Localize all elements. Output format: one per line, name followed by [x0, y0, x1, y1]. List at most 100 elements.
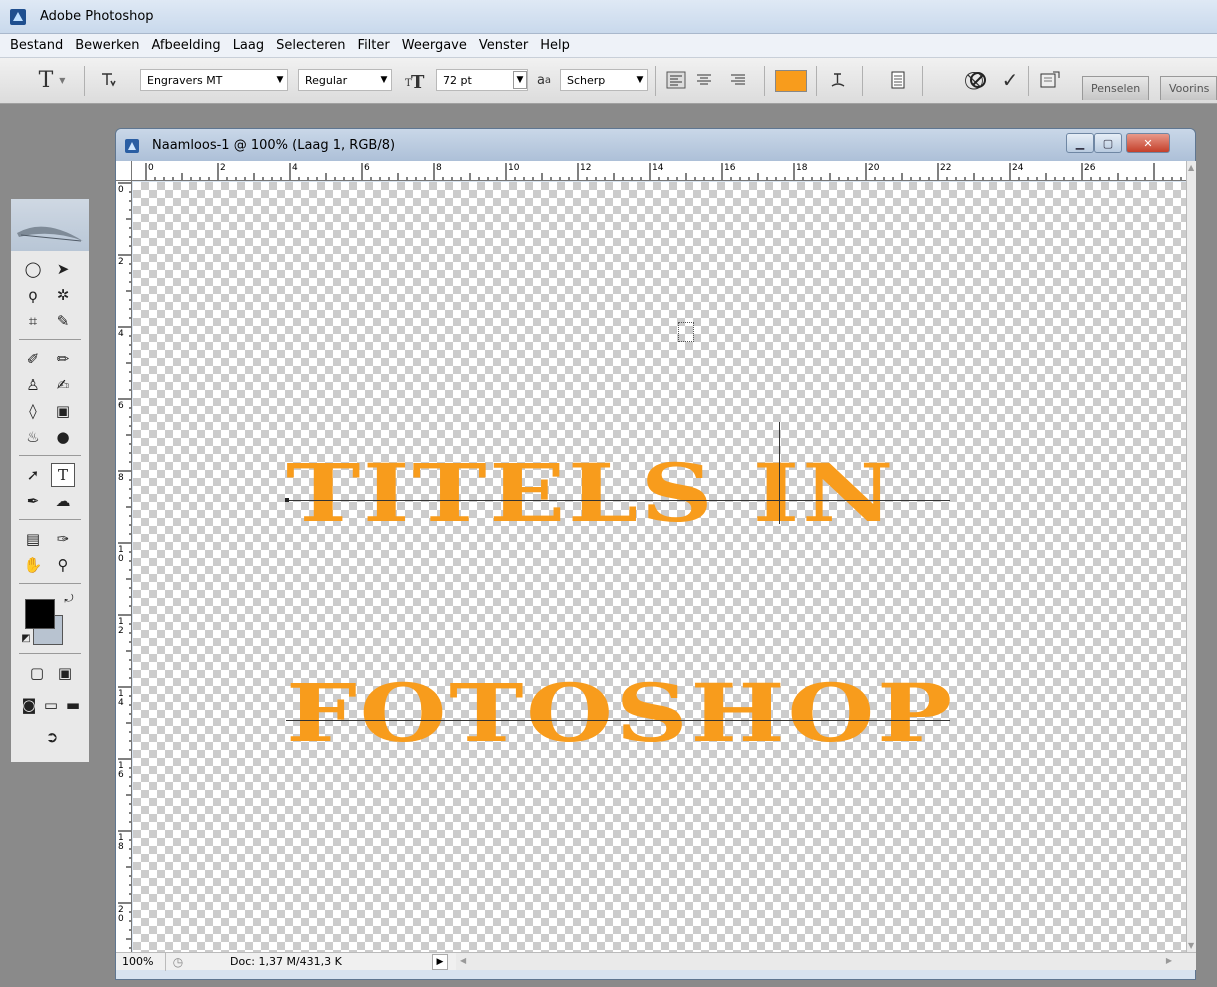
toolbox-divider — [19, 455, 81, 456]
menu-weergave[interactable]: Weergave — [396, 36, 473, 55]
vertical-ruler[interactable]: 02468101214161820 — [116, 181, 132, 952]
crop-tool-icon[interactable]: ⌗ — [21, 309, 45, 333]
warp-text-icon[interactable] — [826, 68, 850, 92]
commit-icon[interactable]: ✓ — [998, 68, 1022, 92]
eraser-tool-icon[interactable]: ◊ — [21, 399, 45, 423]
dodge-tool-icon[interactable]: ● — [51, 425, 75, 449]
font-family-select[interactable]: Engravers MT ▼ — [140, 69, 288, 91]
hand-tool-icon[interactable]: ✋ — [21, 553, 45, 577]
align-center-icon[interactable] — [692, 68, 716, 92]
menu-help[interactable]: Help — [534, 36, 576, 55]
toolbox-divider — [19, 653, 81, 654]
vertical-scrollbar[interactable]: ▲ ▼ — [1186, 161, 1196, 952]
ruler-label: 10 — [508, 163, 520, 173]
scroll-down-icon[interactable]: ▼ — [1188, 941, 1194, 950]
ruler-origin[interactable] — [116, 161, 132, 181]
text-baseline — [286, 500, 950, 501]
ruler-label: 22 — [940, 163, 951, 173]
document-titlebar[interactable]: Naamloos-1 @ 100% (Laag 1, RGB/8) ▁ ▢ ✕ — [116, 129, 1195, 161]
separator — [84, 66, 85, 96]
healing-brush-icon[interactable]: ✐ — [21, 347, 45, 371]
cancel-icon[interactable]: ⃠ — [966, 68, 990, 92]
photoshop-icon — [125, 139, 139, 153]
status-menu-icon[interactable]: ▶ — [432, 954, 448, 970]
chevron-down-icon: ▼ — [380, 75, 388, 85]
zoom-level[interactable]: 100% — [116, 952, 166, 971]
antialias-glyph: a — [536, 72, 545, 88]
file-browser-icon[interactable] — [1038, 68, 1062, 92]
screen-mode-full-menu-icon[interactable]: ▭ — [39, 693, 63, 717]
text-layer-line-2[interactable]: FOTOSHOP — [286, 666, 955, 760]
minimize-button[interactable]: ▁ — [1066, 133, 1094, 153]
standard-mode-icon[interactable]: ▢ — [25, 661, 49, 685]
path-selection-icon[interactable]: ➚ — [21, 463, 45, 487]
palettes-icon[interactable] — [886, 68, 910, 92]
antialias-select[interactable]: Scherp ▼ — [560, 69, 648, 91]
image-canvas[interactable]: TITELS IN FOTOSHOP — [133, 182, 1186, 952]
default-colors-icon[interactable]: ◩ — [19, 631, 33, 645]
slice-tool-icon[interactable]: ✎ — [51, 309, 75, 333]
foreground-color-swatch[interactable] — [25, 599, 55, 629]
ruler-label: 8 — [118, 842, 124, 852]
menu-bar: Bestand Bewerken Afbeelding Laag Selecte… — [0, 34, 1217, 58]
ruler-label: 24 — [1012, 163, 1024, 173]
font-style-select[interactable]: Regular ▼ — [298, 69, 392, 91]
gradient-tool-icon[interactable]: ▣ — [51, 399, 75, 423]
scroll-up-icon[interactable]: ▲ — [1188, 163, 1194, 172]
font-size-select[interactable]: 72 pt ▼ — [436, 69, 528, 91]
screen-mode-standard-icon[interactable]: ◙ — [17, 693, 41, 717]
svg-text:T: T — [411, 72, 425, 90]
status-options-icon[interactable]: ◷ — [166, 955, 190, 969]
menu-afbeelding[interactable]: Afbeelding — [145, 36, 226, 55]
font-family-value: Engravers MT — [147, 73, 223, 87]
menu-bestand[interactable]: Bestand — [4, 36, 69, 55]
screen-mode-full-icon[interactable]: ▬ — [61, 693, 85, 717]
menu-filter[interactable]: Filter — [352, 36, 396, 55]
tool-preset-picker[interactable]: T ▼ — [30, 68, 74, 93]
horizontal-scrollbar[interactable]: ◀ ▶ — [456, 952, 1196, 970]
quick-mask-icon[interactable]: ▣ — [53, 661, 77, 685]
separator — [862, 66, 863, 96]
text-layer-line-1[interactable]: TITELS IN — [286, 446, 896, 540]
scroll-left-icon[interactable]: ◀ — [460, 956, 466, 965]
ruler-label: 16 — [724, 163, 736, 173]
antialias-icon: aa — [536, 72, 552, 88]
eyedropper-icon[interactable]: ✑ — [51, 527, 75, 551]
text-orientation-icon[interactable] — [96, 68, 120, 92]
pen-tool-icon[interactable]: ✒ — [21, 489, 45, 513]
menu-bewerken[interactable]: Bewerken — [69, 36, 145, 55]
zoom-tool-icon[interactable]: ⚲ — [51, 553, 75, 577]
maximize-button[interactable]: ▢ — [1094, 133, 1122, 153]
text-anchor-point — [285, 498, 289, 502]
scroll-right-icon[interactable]: ▶ — [1166, 956, 1172, 965]
separator — [655, 66, 656, 96]
toolbox-header[interactable] — [11, 199, 89, 251]
ruler-label: 6 — [118, 770, 124, 780]
move-tool-icon[interactable]: ➤ — [51, 257, 75, 281]
notes-tool-icon[interactable]: ▤ — [21, 527, 45, 551]
tab-voorinstellingen[interactable]: Voorins — [1160, 76, 1217, 100]
history-brush-icon[interactable]: ✍ — [51, 373, 75, 397]
text-color-swatch[interactable] — [775, 70, 807, 92]
align-left-icon[interactable] — [664, 68, 688, 92]
separator — [816, 66, 817, 96]
align-right-icon[interactable] — [726, 68, 750, 92]
horizontal-ruler[interactable]: 0 2 4 6 8 10 12 14 16 18 20 22 24 26 — [132, 161, 1186, 181]
custom-shape-icon[interactable]: ☁ — [51, 489, 75, 513]
swap-colors-icon[interactable]: ⤾ — [61, 591, 77, 607]
blur-tool-icon[interactable]: ♨ — [21, 425, 45, 449]
type-tool-icon[interactable]: T — [51, 463, 75, 487]
marquee-tool-icon[interactable]: ◯ — [21, 257, 45, 281]
close-button[interactable]: ✕ — [1126, 133, 1170, 153]
brush-tool-icon[interactable]: ✏ — [51, 347, 75, 371]
magic-wand-icon[interactable]: ✲ — [51, 283, 75, 307]
menu-selecteren[interactable]: Selecteren — [270, 36, 351, 55]
ruler-label: 8 — [118, 473, 124, 483]
clone-stamp-icon[interactable]: ♙ — [21, 373, 45, 397]
lasso-tool-icon[interactable]: ϙ — [21, 283, 45, 307]
menu-venster[interactable]: Venster — [473, 36, 534, 55]
ruler-label: 26 — [1084, 163, 1096, 173]
jump-to-imageready-icon[interactable]: ➲ — [35, 725, 69, 749]
tab-penselen[interactable]: Penselen — [1082, 76, 1150, 100]
menu-laag[interactable]: Laag — [227, 36, 270, 55]
